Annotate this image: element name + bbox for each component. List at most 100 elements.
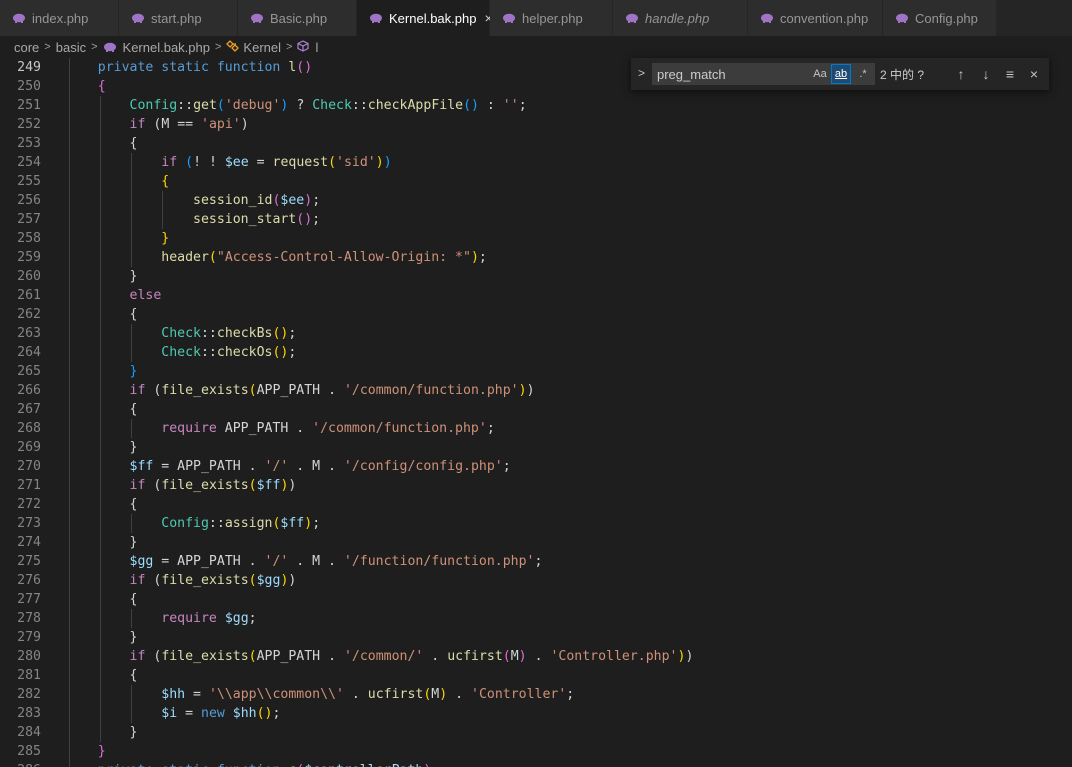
find-in-selection-icon[interactable]: ≡ [1000, 64, 1020, 84]
code-line[interactable]: 276 if (file_exists($gg)) [0, 571, 1072, 590]
breadcrumb: core > basic > Kernel.bak.php > Kernel >… [0, 36, 1072, 58]
line-number: 252 [17, 117, 41, 132]
code-line[interactable]: 267 { [0, 400, 1072, 419]
tab-config-php[interactable]: Config.php [883, 0, 997, 36]
code-line[interactable]: 266 if (file_exists(APP_PATH . '/common/… [0, 381, 1072, 400]
code-text: require $gg; [161, 611, 257, 626]
code-line[interactable]: 270 $ff = APP_PATH . '/' . M . '/config/… [0, 457, 1072, 476]
code-line[interactable]: 255 { [0, 172, 1072, 191]
code-line[interactable]: 274 } [0, 533, 1072, 552]
line-number: 268 [17, 421, 41, 436]
code-line[interactable]: 262 { [0, 305, 1072, 324]
line-number: 283 [17, 706, 41, 721]
next-match-arrow-down-icon[interactable]: ↓ [976, 64, 996, 84]
code-line[interactable]: 252 if (M == 'api') [0, 115, 1072, 134]
code-line[interactable]: 286 private static function c($controlle… [0, 761, 1072, 767]
code-line[interactable]: 275 $gg = APP_PATH . '/' . M . '/functio… [0, 552, 1072, 571]
breadcrumb-class[interactable]: Kernel [226, 40, 281, 55]
code-line[interactable]: 260 } [0, 267, 1072, 286]
line-number: 279 [17, 630, 41, 645]
code-line[interactable]: 268 require APP_PATH . '/common/function… [0, 419, 1072, 438]
code-line[interactable]: 253 { [0, 134, 1072, 153]
breadcrumb-file[interactable]: Kernel.bak.php [103, 40, 210, 55]
breadcrumb-folder-core[interactable]: core [14, 40, 39, 55]
code-line[interactable]: 265 } [0, 362, 1072, 381]
code-line[interactable]: 257 session_start(); [0, 210, 1072, 229]
line-number: 272 [17, 497, 41, 512]
code-text: if (file_exists(APP_PATH . '/common/' . … [129, 649, 694, 664]
code-line[interactable]: 261 else [0, 286, 1072, 305]
close-icon[interactable]: × [1024, 64, 1044, 84]
tab-kernel-bak-php[interactable]: Kernel.bak.php × [357, 0, 493, 36]
tab-basic-php[interactable]: Basic.php [238, 0, 357, 36]
line-number: 270 [17, 459, 41, 474]
php-elephant-icon [131, 13, 145, 23]
code-line[interactable]: 264 Check::checkOs(); [0, 343, 1072, 362]
line-number: 259 [17, 250, 41, 265]
line-number: 274 [17, 535, 41, 550]
tab-start-php[interactable]: start.php [119, 0, 238, 36]
class-icon [226, 39, 240, 55]
code-line[interactable]: 273 Config::assign($ff); [0, 514, 1072, 533]
code-line[interactable]: 285 } [0, 742, 1072, 761]
code-line[interactable]: 258 } [0, 229, 1072, 248]
line-number: 282 [17, 687, 41, 702]
code-line[interactable]: 256 session_id($ee); [0, 191, 1072, 210]
breadcrumb-method[interactable]: l [297, 40, 318, 55]
regex-button[interactable]: .* [853, 64, 873, 84]
line-number: 258 [17, 231, 41, 246]
line-number: 251 [17, 98, 41, 113]
line-number: 266 [17, 383, 41, 398]
match-whole-word-button[interactable]: ab [831, 64, 851, 84]
tab-label: helper.php [522, 10, 583, 26]
code-editor[interactable]: 249 private static function l() 250 {251 … [0, 58, 1072, 767]
line-number: 257 [17, 212, 41, 227]
code-line[interactable]: 254 if (! ! $ee = request('sid')) [0, 153, 1072, 172]
code-line[interactable]: 279 } [0, 628, 1072, 647]
code-line[interactable]: 283 $i = new $hh(); [0, 704, 1072, 723]
breadcrumb-folder-basic[interactable]: basic [56, 40, 86, 55]
code-text: if (file_exists(APP_PATH . '/common/func… [129, 383, 535, 398]
line-number: 273 [17, 516, 41, 531]
code-text: private static function c($controllerPat… [66, 761, 432, 767]
line-number: 250 [17, 79, 41, 94]
code-line[interactable]: 284 } [0, 723, 1072, 742]
code-text: { [97, 79, 106, 94]
tab-convention-php[interactable]: convention.php [748, 0, 883, 36]
code-text: header("Access-Control-Allow-Origin: *")… [161, 250, 487, 265]
code-line[interactable]: 282 $hh = '\\app\\common\\' . ucfirst(M)… [0, 685, 1072, 704]
tab-helper-php[interactable]: helper.php [490, 0, 613, 36]
line-number: 277 [17, 592, 41, 607]
code-text: session_start(); [193, 212, 321, 227]
code-line[interactable]: 277 { [0, 590, 1072, 609]
code-line[interactable]: 259 header("Access-Control-Allow-Origin:… [0, 248, 1072, 267]
tab-handle-php[interactable]: handle.php [613, 0, 748, 36]
code-line[interactable]: 271 if (file_exists($ff)) [0, 476, 1072, 495]
line-number: 253 [17, 136, 41, 151]
code-line[interactable]: 281 { [0, 666, 1072, 685]
code-text: $i = new $hh(); [161, 706, 281, 721]
code-text: } [129, 725, 138, 740]
php-elephant-icon [103, 42, 117, 52]
toggle-replace-chevron-icon[interactable]: > [638, 66, 645, 80]
code-line[interactable]: 269 } [0, 438, 1072, 457]
tab-index-php[interactable]: index.php [0, 0, 119, 36]
code-line[interactable]: 278 require $gg; [0, 609, 1072, 628]
line-number: 264 [17, 345, 41, 360]
match-case-button[interactable]: Aa [811, 64, 829, 84]
php-elephant-icon [895, 13, 909, 23]
code-text: session_id($ee); [193, 193, 321, 208]
line-number: 265 [17, 364, 41, 379]
code-line[interactable]: 272 { [0, 495, 1072, 514]
code-line[interactable]: 251 Config::get('debug') ? Check::checkA… [0, 96, 1072, 115]
code-text: { [129, 307, 138, 322]
code-line[interactable]: 263 Check::checkBs(); [0, 324, 1072, 343]
line-number: 281 [17, 668, 41, 683]
code-text: Config::get('debug') ? Check::checkAppFi… [129, 98, 527, 113]
line-number: 249 [17, 60, 41, 75]
previous-match-arrow-up-icon[interactable]: ↑ [951, 64, 971, 84]
code-text: if (file_exists($gg)) [129, 573, 297, 588]
code-text: { [129, 497, 138, 512]
code-line[interactable]: 280 if (file_exists(APP_PATH . '/common/… [0, 647, 1072, 666]
line-number: 286 [0, 761, 41, 767]
